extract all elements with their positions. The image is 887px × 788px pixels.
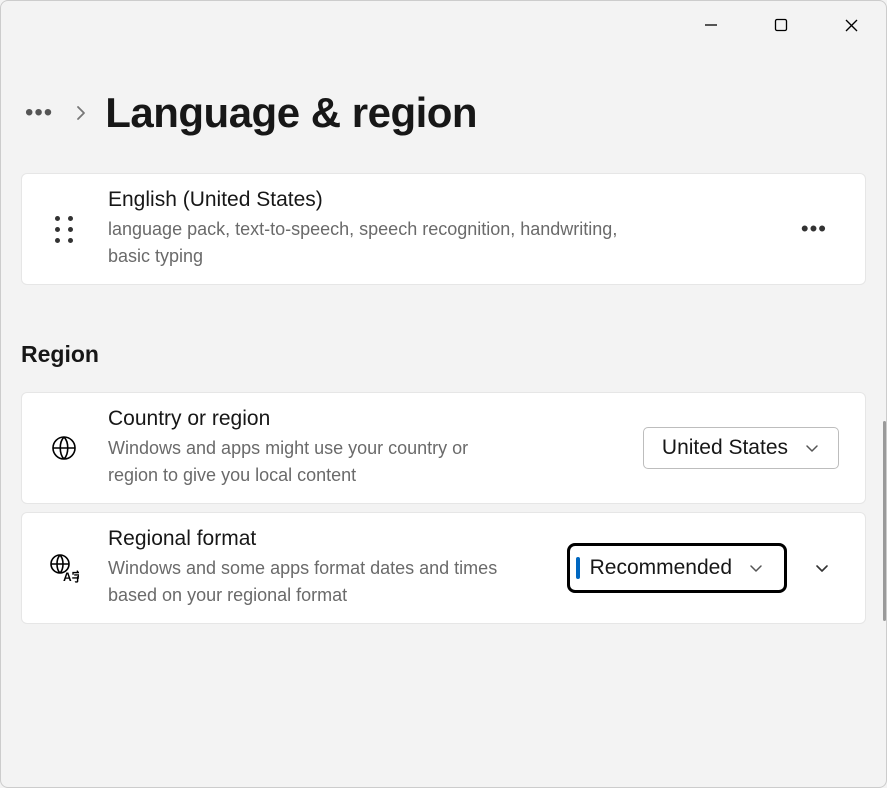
country-dropdown-value: United States	[662, 436, 788, 460]
window-controls	[676, 1, 886, 49]
regional-format-dropdown-value: Recommended	[590, 556, 732, 580]
language-item-subtitle: language pack, text-to-speech, speech re…	[108, 216, 628, 270]
regional-format-dropdown[interactable]: Recommended	[567, 543, 787, 593]
regional-format-subtitle: Windows and some apps format dates and t…	[108, 555, 508, 609]
drag-handle-icon[interactable]	[48, 216, 80, 243]
region-section-header: Region	[21, 341, 866, 368]
maximize-button[interactable]	[746, 1, 816, 49]
country-title: Country or region	[108, 407, 615, 431]
regional-format-card: A字 Regional format Windows and some apps…	[21, 512, 866, 624]
settings-content: ••• Language & region English (United St…	[1, 1, 886, 644]
page-title: Language & region	[105, 89, 477, 137]
svg-text:A字: A字	[63, 569, 79, 583]
globe-icon	[48, 434, 80, 462]
regional-format-title: Regional format	[108, 527, 539, 551]
language-item-title: English (United States)	[108, 188, 761, 212]
breadcrumb: ••• Language & region	[21, 89, 866, 137]
language-item[interactable]: English (United States) language pack, t…	[21, 173, 866, 285]
language-item-more-button[interactable]: •••	[789, 210, 839, 248]
chevron-down-icon	[748, 560, 764, 576]
scrollbar-thumb[interactable]	[883, 421, 886, 621]
chevron-down-icon	[804, 440, 820, 456]
country-subtitle: Windows and apps might use your country …	[108, 435, 508, 489]
expand-card-button[interactable]	[805, 551, 839, 585]
breadcrumb-more-icon[interactable]: •••	[21, 95, 57, 131]
regional-format-icon: A字	[48, 553, 80, 583]
chevron-right-icon	[75, 104, 87, 122]
country-dropdown[interactable]: United States	[643, 427, 839, 469]
close-button[interactable]	[816, 1, 886, 49]
minimize-button[interactable]	[676, 1, 746, 49]
country-region-card: Country or region Windows and apps might…	[21, 392, 866, 504]
